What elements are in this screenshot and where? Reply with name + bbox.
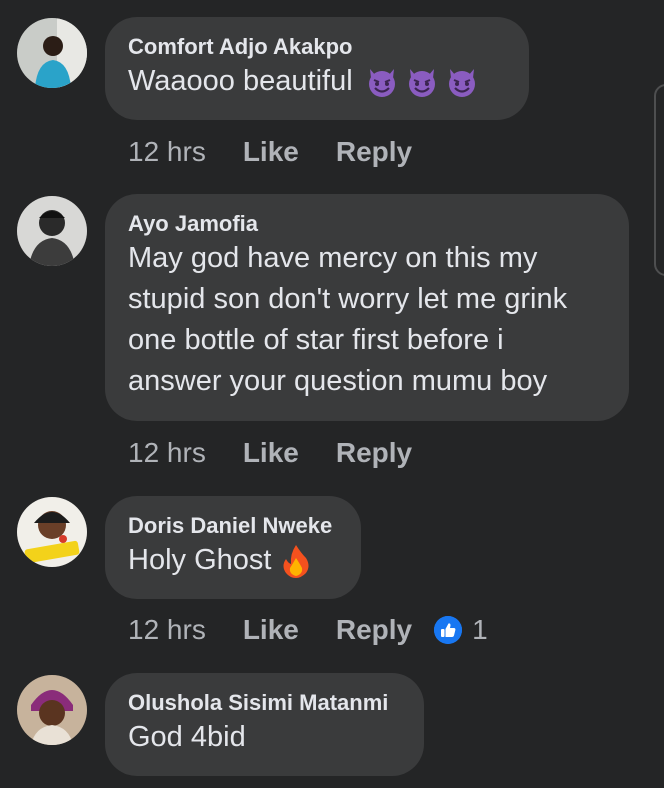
comment-text: Holy Ghost: [128, 544, 272, 576]
smiling-devil-icon: [448, 68, 475, 97]
avatar-photo: [17, 18, 87, 88]
reply-button[interactable]: Reply: [336, 136, 412, 168]
comment-author[interactable]: Doris Daniel Nweke: [128, 512, 337, 540]
reaction-count: 1: [472, 614, 488, 645]
smiling-devil-icon: [368, 68, 395, 97]
like-reaction-icon: [434, 616, 463, 644]
like-button[interactable]: Like: [243, 437, 299, 469]
fire-icon: [283, 544, 309, 578]
comment-author[interactable]: Comfort Adjo Akakpo: [128, 33, 505, 61]
comment-text: God 4bid: [128, 721, 246, 753]
reply-button[interactable]: Reply: [336, 437, 412, 469]
scrollbar-edge[interactable]: [654, 84, 664, 276]
comment-bubble: Ayo Jamofia May god have mercy on this m…: [105, 194, 629, 421]
comment-bubble: Doris Daniel Nweke Holy Ghost: [105, 496, 361, 599]
avatar-photo: [17, 196, 87, 266]
comment-meta: 12 hrs Like Reply: [128, 437, 449, 469]
comment-timestamp[interactable]: 12 hrs: [128, 136, 206, 168]
comment-bubble: Comfort Adjo Akakpo Waaooo beautiful: [105, 17, 529, 120]
reaction-summary[interactable]: 1: [434, 614, 488, 646]
comment-bubble: Olushola Sisimi Matanmi God 4bid: [105, 673, 424, 776]
comment-timestamp[interactable]: 12 hrs: [128, 437, 206, 469]
reply-button[interactable]: Reply: [336, 614, 412, 646]
avatar-photo: [17, 675, 87, 745]
comment-meta: 12 hrs Like Reply: [128, 136, 449, 168]
comment-meta: 12 hrs Like Reply 1: [128, 614, 488, 646]
avatar[interactable]: [17, 675, 87, 745]
comment-text-line: May god have mercy on this my: [128, 242, 538, 274]
comment-text-line: one bottle of star first before i: [128, 324, 504, 356]
comment-author[interactable]: Ayo Jamofia: [128, 210, 605, 238]
comment-text-line: stupid son don't worry let me grink: [128, 283, 568, 315]
avatar[interactable]: [17, 18, 87, 88]
smiling-devil-icon: [408, 68, 435, 97]
comment-text: Waaooo beautiful: [128, 65, 353, 97]
avatar[interactable]: [17, 196, 87, 266]
comment-timestamp[interactable]: 12 hrs: [128, 614, 206, 646]
avatar[interactable]: [17, 497, 87, 567]
like-button[interactable]: Like: [243, 136, 299, 168]
avatar-photo: [17, 497, 87, 567]
comment-text-line: answer your question mumu boy: [128, 365, 548, 397]
like-button[interactable]: Like: [243, 614, 299, 646]
comment-author[interactable]: Olushola Sisimi Matanmi: [128, 689, 400, 717]
